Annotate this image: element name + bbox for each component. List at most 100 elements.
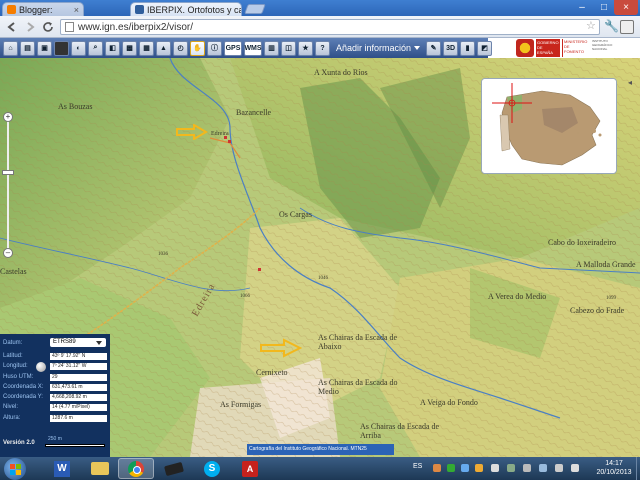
acrobat-icon: A [242, 460, 258, 477]
maximize-button[interactable]: □ [594, 0, 614, 15]
collapse-overview-icon[interactable]: ◂ [628, 78, 632, 87]
taskbar-media[interactable] [156, 458, 192, 479]
new-tab-button[interactable] [244, 4, 266, 14]
volume-icon[interactable] [571, 464, 579, 472]
photo-gallery-icon[interactable]: ◩ [477, 40, 493, 56]
back-button[interactable] [4, 19, 20, 35]
network-icon[interactable] [539, 464, 547, 472]
longitud-label: Longitud: [3, 363, 28, 369]
arrow-marker-icon [176, 124, 208, 140]
altura-field: 1287.6 m [50, 415, 107, 422]
tray-app-icon[interactable] [447, 464, 455, 472]
flag-icon[interactable] [555, 464, 563, 472]
start-button[interactable] [4, 458, 26, 480]
bookmark-star-icon[interactable]: ☆ [586, 19, 596, 32]
institution-logos: GOBIERNO DE ESPAÑA MINISTERIO DE FOMENTO… [516, 38, 640, 58]
taskbar-word[interactable]: W [44, 458, 80, 479]
page-icon [65, 22, 74, 32]
datum-select[interactable]: ETRS89 [50, 338, 106, 347]
3d-icon[interactable]: 3D [443, 40, 459, 56]
coat-of-arms-icon [516, 39, 534, 57]
ruler-icon[interactable]: ◫ [281, 40, 296, 56]
clock-date: 20/10/2013 [596, 469, 632, 476]
tray-app-icon[interactable] [461, 464, 469, 472]
map-icon[interactable]: ▦ [139, 40, 154, 56]
datum-label: Datum: [3, 340, 23, 346]
map-canvas[interactable]: A Xunta do Ríos As Bouzas Bazancelle Edr… [0, 58, 640, 457]
windows-taskbar: W S A ES 14:17 20/10/2013 [0, 457, 640, 480]
zoom-in-button[interactable]: + [3, 112, 13, 122]
photo-icon[interactable]: ▩ [122, 40, 137, 56]
info-icon[interactable]: ⓘ [207, 40, 222, 56]
help-icon[interactable]: ? [315, 40, 330, 56]
longitud-field: 7º 24' 31.12'' W [50, 363, 107, 370]
latitud-field: 43º 9' 17.92'' N [50, 353, 107, 360]
place-label: A Malloda Grande [576, 260, 636, 269]
zoom-slider[interactable]: + – [2, 112, 14, 258]
tray-app-icon[interactable] [507, 464, 515, 472]
altura-label: Altura: [3, 415, 21, 421]
coordinates-panel: Datum: ETRS89 Latitud: 43º 9' 17.92'' N … [0, 334, 110, 457]
measure-icon[interactable]: ◐ [71, 40, 86, 56]
tab-blogger[interactable]: Blogger: × [2, 2, 84, 16]
tray-app-icon[interactable] [475, 464, 483, 472]
zoom-out-button[interactable]: – [3, 248, 13, 258]
huso-label: Huso UTM: [3, 374, 34, 380]
address-bar[interactable]: www.ign.es/iberpix2/visor/ [60, 19, 600, 35]
language-indicator[interactable]: ES [413, 463, 422, 470]
reload-button[interactable] [40, 19, 56, 35]
forward-button[interactable] [22, 19, 38, 35]
overview-map[interactable] [481, 78, 617, 174]
minimize-button[interactable]: – [572, 0, 592, 15]
tab-iberpix[interactable]: IBERPIX. Ortofotos y carto × [130, 2, 242, 16]
wms-icon[interactable]: WMS [244, 40, 262, 56]
windows-logo-icon [9, 463, 21, 475]
tray-app-icon[interactable] [491, 464, 499, 472]
map-attribution: Cartografía del Instituto Geográfico Nac… [247, 444, 394, 455]
terrain-icon[interactable]: ▲ [156, 40, 171, 56]
add-information-dropdown[interactable]: Añadir información [336, 43, 421, 53]
system-clock[interactable]: 14:17 20/10/2013 [590, 459, 638, 477]
ign-logo: INSTITUTO GEOGRÁFICO NACIONAL [592, 39, 613, 51]
place-label: As Chairas da Escada de Arriba [360, 422, 440, 440]
show-desktop-button[interactable] [636, 457, 640, 480]
nivel-field: 14 (4.77 m/Pixel) [50, 404, 107, 411]
coord-y-label: Coordenada Y: [3, 394, 43, 400]
history-icon[interactable]: ◴ [173, 40, 188, 56]
wrench-icon[interactable]: 🔧 [604, 19, 619, 33]
tab-close-icon[interactable]: × [71, 5, 79, 15]
spain-overview-map [482, 79, 616, 173]
home-icon[interactable]: ⌂ [3, 40, 18, 56]
edit-icon[interactable]: ✎ [426, 40, 442, 56]
taskbar-skype[interactable]: S [194, 458, 230, 479]
print-icon[interactable]: ▤ [20, 40, 35, 56]
tray-app-icon[interactable] [523, 464, 531, 472]
tab-label: Blogger: [19, 4, 53, 15]
globe-icon[interactable] [54, 40, 69, 56]
table-icon[interactable]: ▥ [264, 40, 279, 56]
url-text[interactable]: www.ign.es/iberpix2/visor/ [78, 22, 193, 33]
reload-icon [43, 22, 53, 32]
chart-icon[interactable]: ▮ [460, 40, 476, 56]
star-icon[interactable]: ★ [298, 40, 313, 56]
layers-icon[interactable]: ◧ [105, 40, 120, 56]
save-icon[interactable]: ▣ [37, 40, 52, 56]
taskbar-acrobat[interactable]: A [232, 458, 268, 479]
chevron-down-icon [414, 46, 421, 50]
gps-icon[interactable]: GPS [224, 40, 242, 56]
taskbar-chrome[interactable] [118, 458, 154, 479]
locate-icon[interactable] [36, 362, 46, 372]
search-icon[interactable]: ⌕ [88, 40, 103, 56]
page-menu-icon[interactable] [620, 20, 634, 34]
navigation-bar: www.ign.es/iberpix2/visor/ ☆ 🔧 [0, 16, 640, 38]
taskbar-explorer[interactable] [82, 458, 118, 479]
place-label: As Formigas [220, 400, 262, 409]
zoom-handle[interactable] [2, 170, 14, 175]
place-label: Edreira [211, 131, 229, 137]
hand-icon[interactable]: ✋ [190, 40, 205, 56]
zoom-track[interactable] [7, 120, 9, 250]
tray-app-icon[interactable] [433, 464, 441, 472]
browser-window: Blogger: × IBERPIX. Ortofotos y carto × … [0, 0, 640, 480]
close-window-button[interactable]: × [614, 0, 638, 15]
coord-y-field: 4,668,208.92 m [50, 394, 107, 401]
